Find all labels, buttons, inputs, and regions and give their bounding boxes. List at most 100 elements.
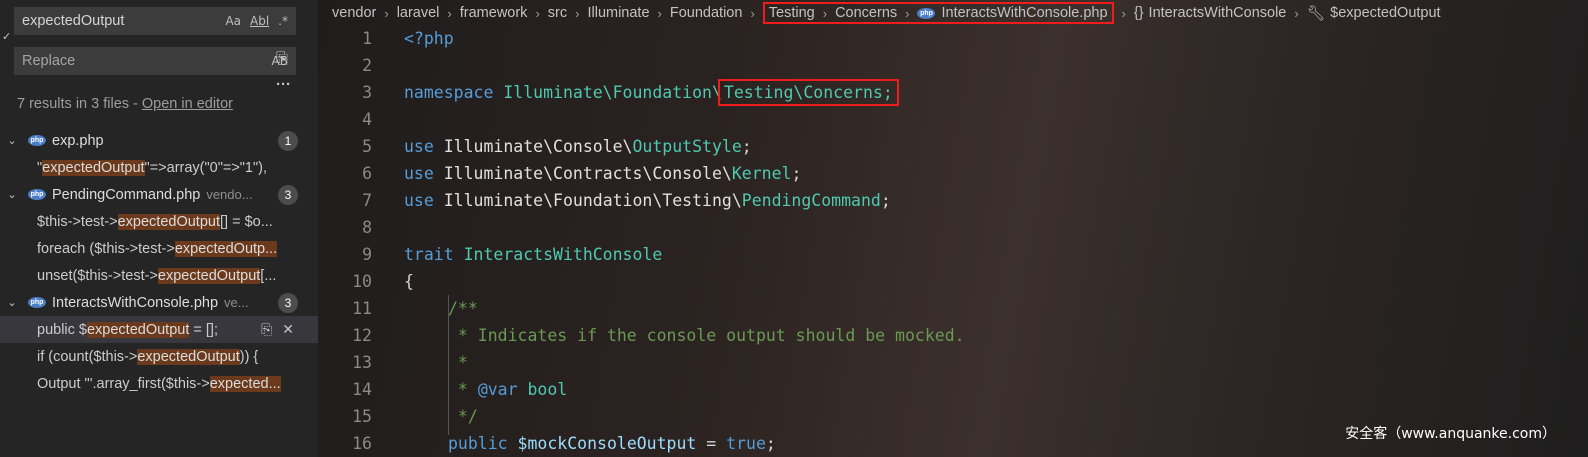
line-number: 10 xyxy=(352,272,372,291)
namespace-path: Illuminate\Foundation\ xyxy=(503,83,722,102)
breadcrumb-item[interactable]: framework xyxy=(460,5,528,21)
results-summary: 7 results in 3 files - Open in editor xyxy=(17,96,233,112)
result-match-row-selected[interactable]: public $expectedOutput = []; ⎘ ✕ xyxy=(0,316,318,343)
result-match-row[interactable]: if (count($this->expectedOutput)) { xyxy=(0,343,318,370)
comment: * xyxy=(448,380,478,399)
code-line: 11 /** xyxy=(318,295,1588,322)
keyword: trait xyxy=(404,245,454,264)
code-line: 9 trait InteractsWithConsole xyxy=(318,241,1588,268)
result-file-name: PendingCommand.php xyxy=(52,186,201,203)
line-number: 5 xyxy=(362,137,372,156)
replace-icon[interactable]: ⎘ xyxy=(261,321,272,337)
result-file-name: exp.php xyxy=(52,132,104,149)
keyword: use xyxy=(404,191,434,210)
line-number: 4 xyxy=(362,110,372,129)
chevron-right-icon: › xyxy=(750,5,755,21)
code-line: 5 use Illuminate\Console\OutputStyle; xyxy=(318,133,1588,160)
code-area[interactable]: 1 <?php 2 3 namespace Illuminate\Foundatio… xyxy=(318,25,1588,457)
chevron-right-icon: › xyxy=(822,5,828,21)
chevron-down-icon[interactable]: ⌄ xyxy=(2,188,22,201)
php-open-tag: <?php xyxy=(404,29,454,48)
replace-placeholder: Replace xyxy=(22,53,76,69)
code-line: 10 { xyxy=(318,268,1588,295)
line-number: 8 xyxy=(362,218,372,237)
search-input[interactable]: expectedOutput Aa Abl .* xyxy=(14,7,296,35)
result-file-row[interactable]: ⌄ php PendingCommand.php vendo... 3 xyxy=(0,181,318,208)
match-whole-word-icon[interactable]: Abl xyxy=(250,14,269,28)
result-match-row[interactable]: foreach ($this->test->expectedOutp... xyxy=(0,235,318,262)
breadcrumb-item[interactable]: Foundation xyxy=(670,5,743,21)
class-name: InteractsWithConsole xyxy=(463,245,663,264)
comment: * Indicates if the console output should… xyxy=(448,326,965,345)
result-file-row[interactable]: ⌄ php exp.php 1 xyxy=(0,127,318,154)
search-panel: ✓ expectedOutput Aa Abl .* Replace AB ⎘ … xyxy=(0,0,318,457)
keyword: use xyxy=(404,164,434,183)
namespace-highlight-box: Testing\Concerns; xyxy=(717,79,899,106)
use-regex-icon[interactable]: .* xyxy=(278,14,288,28)
match-highlight: expected... xyxy=(209,375,281,392)
breadcrumb-item[interactable]: Concerns xyxy=(835,5,897,21)
match-case-icon[interactable]: Aa xyxy=(225,14,241,28)
match-suffix: = []; xyxy=(189,321,218,338)
breadcrumb-symbol[interactable]: InteractsWithConsole xyxy=(1149,5,1287,21)
line-number: 2 xyxy=(362,56,372,75)
more-actions-icon[interactable]: ··· xyxy=(276,76,291,93)
line-number: 7 xyxy=(362,191,372,210)
keyword: namespace xyxy=(404,83,494,102)
result-match-row[interactable]: "expectedOutput"=>array("0"=>"1"), xyxy=(0,154,318,181)
breadcrumb-item[interactable]: vendor xyxy=(332,5,376,21)
chevron-down-icon[interactable]: ⌄ xyxy=(2,134,22,147)
match-suffix: )) { xyxy=(239,348,259,365)
code-line: 14 * @var bool xyxy=(318,376,1588,403)
namespace-path: Illuminate\Contracts\Console\ xyxy=(443,164,732,183)
breadcrumb-item[interactable]: src xyxy=(548,5,567,21)
dismiss-close-icon[interactable]: ✕ xyxy=(282,321,294,337)
operator: = xyxy=(696,434,727,453)
result-file-row[interactable]: ⌄ php InteractsWithConsole.php ve... 3 xyxy=(0,289,318,316)
match-highlight: expectedOutput xyxy=(117,213,220,230)
line-number: 1 xyxy=(362,29,372,48)
result-count-badge: 3 xyxy=(278,185,298,205)
match-highlight: expectedOutp... xyxy=(174,240,278,257)
results-count-text: 7 results in 3 files - xyxy=(17,96,138,112)
line-number: 12 xyxy=(352,326,372,345)
result-match-row[interactable]: $this->test->expectedOutput[] = $o... xyxy=(0,208,318,235)
open-in-editor-link[interactable]: Open in editor xyxy=(142,96,233,112)
chevron-down-icon[interactable]: ⌄ xyxy=(2,296,22,309)
comment: */ xyxy=(448,407,478,426)
code-editor[interactable]: vendor › laravel › framework › src › Illumin… xyxy=(318,0,1588,457)
code-line: 2 xyxy=(318,52,1588,79)
namespace-path: Illuminate\Console\ xyxy=(443,137,633,156)
result-match-row[interactable]: Output "'.array_first($this->expected... xyxy=(0,370,318,397)
search-query[interactable]: expectedOutput xyxy=(22,13,216,29)
php-file-icon: php xyxy=(28,297,46,308)
match-suffix: [... xyxy=(260,267,277,284)
breadcrumb-item[interactable]: Testing xyxy=(769,5,815,21)
breadcrumb-item[interactable]: laravel xyxy=(397,5,440,21)
result-match-row[interactable]: unset($this->test->expectedOutput[... xyxy=(0,262,318,289)
replace-all-icon[interactable]: ⎘ xyxy=(276,50,288,67)
match-highlight: expectedOutput xyxy=(137,348,240,365)
line-number: 13 xyxy=(352,353,372,372)
match-highlight: expectedOutput xyxy=(42,159,145,176)
match-suffix: [] = $o... xyxy=(219,213,273,230)
line-number: 3 xyxy=(362,83,372,102)
chevron-right-icon: › xyxy=(1294,5,1299,21)
breadcrumb-item[interactable]: Illuminate xyxy=(587,5,649,21)
php-file-icon: php xyxy=(28,135,46,146)
php-file-icon: php xyxy=(917,7,936,19)
namespace-path: Illuminate\Foundation\Testing\ xyxy=(443,191,742,210)
breadcrumb-member[interactable]: $expectedOutput xyxy=(1330,5,1440,21)
match-highlight: expectedOutput xyxy=(86,321,190,338)
line-number: 16 xyxy=(352,434,372,453)
result-count-badge: 1 xyxy=(278,131,298,151)
match-highlight: expectedOutput xyxy=(157,267,261,284)
line-number: 9 xyxy=(362,245,372,264)
breadcrumb-file[interactable]: InteractsWithConsole.php xyxy=(941,5,1107,21)
line-number: 11 xyxy=(352,299,372,318)
chevron-right-icon: › xyxy=(657,5,662,21)
toggle-replace-chevron-icon[interactable]: ✓ xyxy=(2,30,11,43)
punctuation: ; xyxy=(741,137,752,156)
replace-input[interactable]: Replace AB xyxy=(14,47,296,75)
punctuation: ; xyxy=(880,191,891,210)
